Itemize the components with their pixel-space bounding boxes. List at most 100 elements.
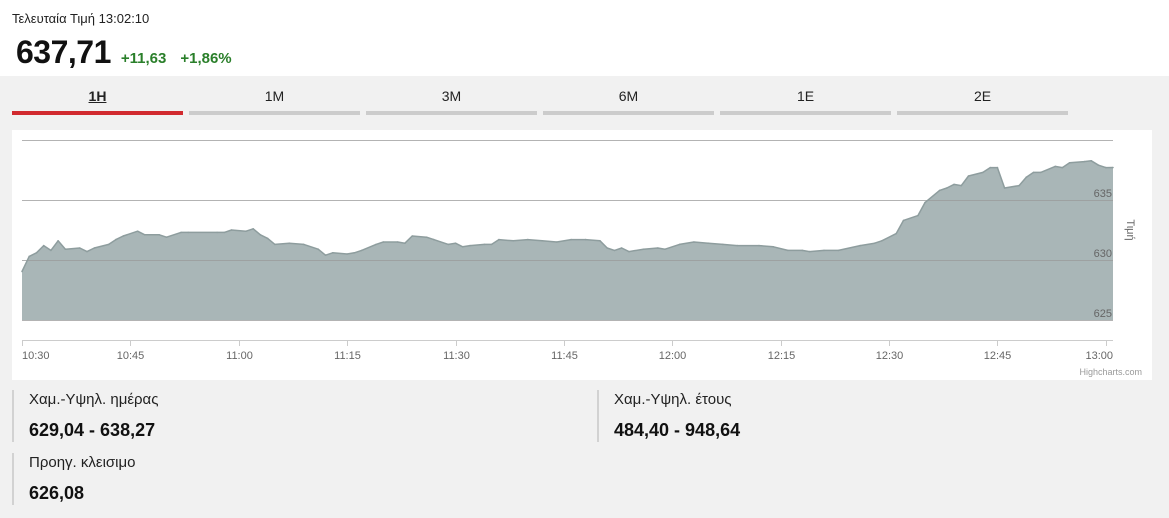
data-point <box>288 242 291 244</box>
data-point <box>483 243 486 246</box>
last-price-label: Τελευταία Τιμή <box>12 11 96 26</box>
data-point <box>606 247 608 249</box>
data-point <box>772 246 775 248</box>
data-point <box>230 229 233 231</box>
data-point <box>79 247 81 249</box>
data-point <box>1112 166 1114 169</box>
data-point <box>1090 160 1093 162</box>
data-point <box>274 243 276 246</box>
price-chart-svg[interactable]: 625 630 635 10:30 10:45 11:00 11:15 11:30 11:45… <box>12 130 1152 380</box>
tab-indicator <box>543 111 714 115</box>
quote-header: Τελευταία Τιμή 13:02:10 637,71 +11,63 +1… <box>0 0 1169 76</box>
data-point <box>917 214 919 217</box>
data-point <box>657 247 659 249</box>
data-point <box>859 244 861 247</box>
data-point <box>375 243 377 246</box>
highcharts-credit[interactable]: Highcharts.com <box>1079 367 1142 377</box>
previous-close-label: Προηγ. κλεισιμο <box>29 454 136 471</box>
data-point <box>613 249 616 252</box>
x-tick-label: 11:15 <box>334 350 361 362</box>
price-row: 637,71 +11,63 +1,86% <box>16 34 232 70</box>
data-point <box>144 234 146 236</box>
last-price: 637,71 <box>16 34 111 70</box>
data-point <box>50 249 52 252</box>
data-point <box>136 230 139 232</box>
x-tick-label: 10:45 <box>117 350 145 362</box>
x-tick-label: 11:45 <box>551 350 578 362</box>
data-point <box>469 244 471 247</box>
data-point <box>787 249 789 252</box>
x-axis: 10:30 10:45 11:00 11:15 11:30 11:45 12:00 12:15… <box>22 340 1113 362</box>
tab-label: 1H <box>88 88 107 104</box>
tab-indicator <box>720 111 891 115</box>
data-point <box>223 231 226 234</box>
data-point <box>490 243 493 246</box>
tab-label: 3M <box>441 88 462 104</box>
data-point <box>158 234 161 236</box>
data-point <box>107 243 110 246</box>
data-point <box>555 241 558 243</box>
data-point <box>1025 176 1028 178</box>
data-point <box>64 248 67 250</box>
tab-indicator <box>897 111 1068 115</box>
data-point <box>165 236 168 238</box>
data-point <box>693 241 695 243</box>
price-change: +11,63 <box>120 50 167 67</box>
x-tick-label: 10:30 <box>22 350 50 362</box>
data-point <box>801 249 804 252</box>
data-point <box>411 235 414 237</box>
data-point <box>115 238 117 241</box>
data-point <box>266 237 269 240</box>
data-point <box>252 228 254 230</box>
tab-2e[interactable]: 2E <box>897 84 1068 115</box>
data-point <box>21 270 23 273</box>
data-point <box>938 189 941 192</box>
price-change-percent: +1,86% <box>180 50 232 67</box>
x-tick-label: 12:45 <box>984 350 1012 362</box>
data-point <box>122 235 124 237</box>
data-point <box>873 242 876 244</box>
previous-close-stat: Προηγ. κλεισιμο 626,08 <box>12 453 572 505</box>
data-point <box>837 249 840 252</box>
data-point <box>93 247 96 249</box>
data-point <box>303 243 305 246</box>
data-point <box>1068 162 1071 164</box>
tab-6m[interactable]: 6M <box>543 84 714 115</box>
year-range-label: Χαμ.-Υψηλ. έτους <box>614 391 732 408</box>
data-point <box>628 250 630 253</box>
data-point <box>447 243 450 246</box>
x-tick-label: 12:15 <box>768 350 796 362</box>
y-tick-label: 625 <box>1094 308 1112 320</box>
x-tick-label: 12:00 <box>659 350 687 362</box>
tab-indicator <box>189 111 360 115</box>
price-chart[interactable]: 625 630 635 10:30 10:45 11:00 11:15 11:30 11:45… <box>12 130 1152 380</box>
tab-1e[interactable]: 1E <box>720 84 891 115</box>
data-point <box>527 238 529 241</box>
data-point <box>187 231 189 234</box>
data-point <box>1032 171 1035 174</box>
tab-1m[interactable]: 1M <box>189 84 360 115</box>
tab-label: 2E <box>973 88 992 104</box>
tab-1h[interactable]: 1H <box>12 84 183 115</box>
data-point <box>180 231 182 234</box>
data-point <box>28 255 31 258</box>
previous-close-value: 626,08 <box>29 483 85 503</box>
tab-3m[interactable]: 3M <box>366 84 537 115</box>
data-point <box>881 240 883 242</box>
data-point <box>953 183 955 186</box>
data-point <box>599 240 601 242</box>
x-tick-label: 11:30 <box>443 350 470 362</box>
data-point <box>570 238 572 241</box>
tab-indicator <box>12 111 183 115</box>
data-point <box>620 247 623 249</box>
day-range-value: 629,04 - 638,27 <box>29 420 156 440</box>
data-point <box>722 243 724 246</box>
data-point <box>433 238 435 241</box>
data-point <box>1054 165 1056 168</box>
data-point <box>324 254 327 256</box>
data-point <box>216 231 218 234</box>
data-point <box>895 232 897 235</box>
day-range-label: Χαμ.-Υψηλ. ημέρας <box>29 391 159 408</box>
data-point <box>1061 166 1064 169</box>
data-point <box>1097 164 1100 166</box>
